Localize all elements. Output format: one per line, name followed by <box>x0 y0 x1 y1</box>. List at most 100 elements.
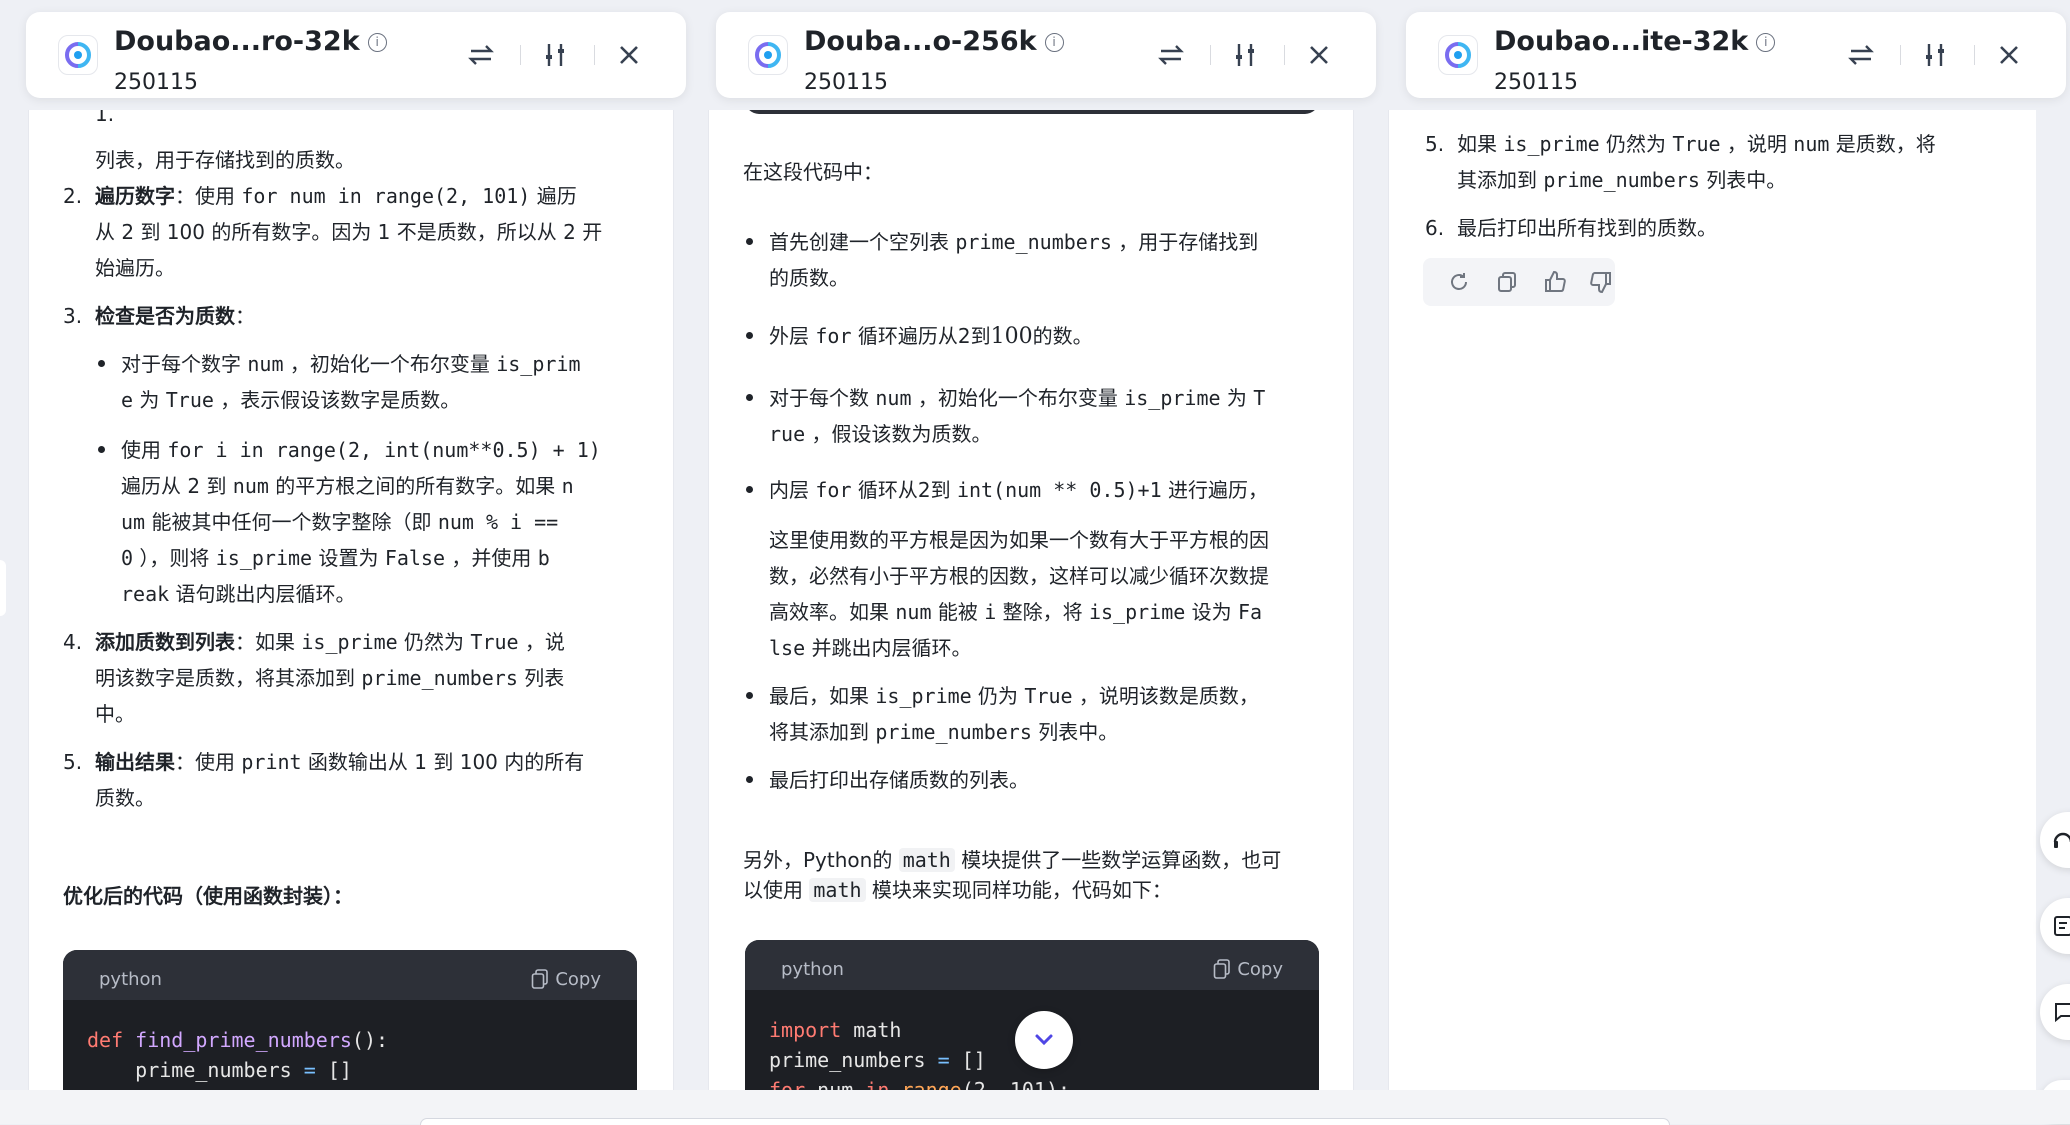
copy-icon <box>532 969 549 989</box>
list-number: 2. <box>63 184 83 208</box>
text-line: 中。 <box>95 702 135 726</box>
model-logo <box>1438 35 1478 75</box>
partial-line: 1. 列表，用于存储找到的质数。 <box>95 110 355 172</box>
message-icon <box>2055 1003 2070 1023</box>
bullet <box>746 394 753 401</box>
info-icon[interactable]: i <box>367 33 387 52</box>
code-language: python <box>781 959 844 980</box>
bullet <box>746 776 753 783</box>
info-icon[interactable]: i <box>1044 33 1064 52</box>
text-line: 明该数字是质数，将其添加到 prime_numbers 列表 <box>95 666 565 690</box>
code-header: python Copy <box>745 940 1319 990</box>
list-number: 5. <box>1425 132 1445 156</box>
bullet <box>746 692 753 699</box>
response-panel-3: 5. 如果 is_prime 仍然为 True ，说明 num 是质数，将 其添… <box>1388 110 2036 1090</box>
swap-icon[interactable] <box>1846 40 1876 70</box>
model-version: 250115 <box>1494 70 1578 95</box>
bullet-text: 将其添加到 prime_numbers 列表中。 <box>769 720 1119 744</box>
bullet <box>746 332 753 339</box>
divider <box>1974 45 1975 65</box>
model-logo <box>748 35 788 75</box>
list-item-5: 输出结果：使用 print 函数输出从 1 到 100 内的所有 <box>95 750 585 774</box>
model-name: Doubao...ite-32k i <box>1494 26 1776 57</box>
bullet-text: um 能被其中任何一个数字整除（即 num % i == <box>121 510 559 534</box>
bullet-text: 数，必然有小于平方根的因数，这样可以减少循环次数提 <box>769 564 1269 588</box>
model-logo <box>58 35 98 75</box>
code-language: python <box>99 969 162 990</box>
paragraph: 以使用 math 模块来实现同样功能，代码如下： <box>743 878 1172 902</box>
copy-button[interactable]: Copy <box>1213 952 1283 988</box>
model-version: 250115 <box>804 70 888 95</box>
bullet-text: 最后打印出存储质数的列表。 <box>769 768 1029 792</box>
message-actions <box>1423 258 1615 306</box>
refresh-icon[interactable] <box>1447 270 1471 294</box>
divider <box>1900 45 1901 65</box>
chevron-down-icon <box>1035 1034 1053 1046</box>
bullet-text: rue ，假设该数为质数。 <box>769 422 992 446</box>
list-number: 3. <box>63 304 83 328</box>
sliders-icon[interactable] <box>1920 40 1950 70</box>
divider <box>594 45 595 65</box>
scroll-down-button[interactable] <box>1015 1011 1073 1069</box>
thumbs-down-icon[interactable] <box>1589 270 1613 294</box>
model-name: Doubao...ro-32k i <box>114 26 387 57</box>
model-header-1: Doubao...ro-32k i 250115 <box>26 12 686 98</box>
bullet <box>746 486 753 493</box>
text-line: 质数。 <box>95 786 155 810</box>
text-line: 其添加到 prime_numbers 列表中。 <box>1457 168 1787 192</box>
bullet-text: 的质数。 <box>769 266 849 290</box>
bullet-text: 遍历从 2 到 num 的平方根之间的所有数字。如果 n <box>121 474 574 498</box>
notes-icon <box>2054 916 2070 936</box>
code-block: python Copy def find_prime_numbers(): pr… <box>63 950 637 1090</box>
response-panel-1: 1. 列表，用于存储找到的质数。 2. 遍历数字：使用 for num in r… <box>28 110 674 1090</box>
bullet-text: 对于每个数字 num ，初始化一个布尔变量 is_prim <box>121 352 581 376</box>
text-line: 从 2 到 100 的所有数字。因为 1 不是质数，所以从 2 开 <box>95 220 603 244</box>
side-button-notes[interactable] <box>2040 898 2070 954</box>
headset-icon <box>2053 832 2070 848</box>
thumbs-up-icon[interactable] <box>1543 270 1567 294</box>
bullet-text: reak 语句跳出内层循环。 <box>121 582 356 606</box>
code-block-end <box>745 110 1319 114</box>
list-number: 5. <box>63 750 83 774</box>
close-icon[interactable] <box>1304 40 1334 70</box>
model-version: 250115 <box>114 70 198 95</box>
list-item-4: 添加质数到列表：如果 is_prime 仍然为 True ，说 <box>95 630 565 654</box>
side-button-feedback[interactable] <box>2040 984 2070 1040</box>
bullet-text: 内层 for 循环从2到 int(num ** 0.5)+1 进行遍历， <box>769 478 1268 502</box>
model-header-3: Doubao...ite-32k i 250115 <box>1406 12 2066 98</box>
swap-icon[interactable] <box>1156 40 1186 70</box>
list-item-3: 检查是否为质数： <box>95 304 255 328</box>
divider <box>520 45 521 65</box>
close-icon[interactable] <box>1994 40 2024 70</box>
section-heading: 优化后的代码（使用函数封装）： <box>63 884 353 908</box>
list-number: 4. <box>63 630 83 654</box>
bullet <box>98 360 105 367</box>
bullet-text: 最后，如果 is_prime 仍为 True ，说明该数是质数， <box>769 684 1259 708</box>
bullet-text: 0 ），则将 is_prime 设置为 False ，并使用 b <box>121 546 550 570</box>
text-line: 始遍历。 <box>95 256 175 280</box>
list-number: 6. <box>1425 216 1445 240</box>
bullet-text: 首先创建一个空列表 prime_numbers ，用于存储找到 <box>769 230 1259 254</box>
code-line: for num in range(2, 101): <box>769 1078 1071 1090</box>
close-icon[interactable] <box>614 40 644 70</box>
copy-icon[interactable] <box>1495 270 1519 294</box>
bullet-text: 对于每个数 num ，初始化一个布尔变量 is_prime 为 T <box>769 386 1266 410</box>
list-item-6: 最后打印出所有找到的质数。 <box>1457 216 1717 240</box>
left-edge-tab[interactable] <box>0 560 6 616</box>
bullet-text: 使用 for i in range(2, int(num**0.5) + 1) <box>121 438 601 462</box>
sliders-icon[interactable] <box>540 40 570 70</box>
info-icon[interactable]: i <box>1756 33 1776 52</box>
bullet-text: lse 并跳出内层循环。 <box>769 636 972 660</box>
side-button-support[interactable] <box>2040 812 2070 868</box>
swap-icon[interactable] <box>466 40 496 70</box>
code-line: prime_numbers = [] <box>135 1058 352 1082</box>
copy-button[interactable]: Copy <box>531 962 601 998</box>
bullet-text: e 为 True ，表示假设该数字是质数。 <box>121 388 461 412</box>
model-header-2: Douba...o-256k i 250115 <box>716 12 1376 98</box>
code-header: python Copy <box>63 950 637 1000</box>
list-item-2: 遍历数字：使用 for num in range(2, 101) 遍历 <box>95 184 577 208</box>
bullet-text: 高效率。如果 num 能被 i 整除，将 is_prime 设为 Fa <box>769 600 1263 624</box>
paragraph: 在这段代码中： <box>743 160 883 184</box>
response-panel-2: 在这段代码中： 首先创建一个空列表 prime_numbers ，用于存储找到 … <box>708 110 1354 1090</box>
sliders-icon[interactable] <box>1230 40 1260 70</box>
